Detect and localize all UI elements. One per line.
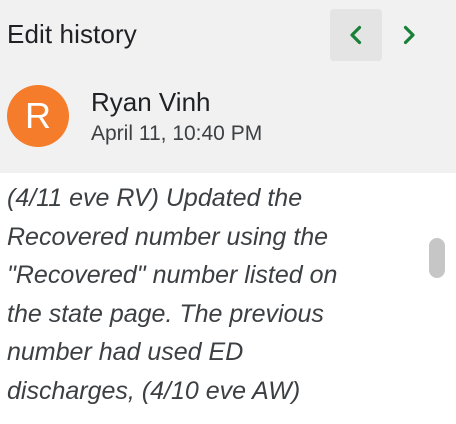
chevron-right-icon (403, 25, 415, 45)
editor-name: Ryan Vinh (91, 87, 211, 117)
next-revision-button[interactable] (383, 9, 435, 61)
revision-timestamp: April 11, 10:40 PM (91, 122, 263, 145)
content-line: Recovered number using the (7, 222, 329, 251)
content-line: (4/11 eve RV) Updated the (7, 184, 303, 212)
scrollbar-thumb[interactable] (429, 238, 445, 278)
content-line: the state page. The previous (7, 299, 324, 328)
edit-history-panel: Edit history R Ryan Vinh April 11, 10:40… (0, 0, 456, 424)
content-line: number had used ED (7, 338, 244, 366)
content-line: discharges, (4/10 eve AW) (7, 376, 301, 405)
edit-history-header: Edit history R Ryan Vinh April 11, 10:40… (0, 0, 456, 173)
avatar: R (7, 85, 69, 147)
cell-content: (4/11 eve RV) Updated the Recovered numb… (7, 179, 417, 410)
previous-revision-button[interactable] (330, 9, 382, 61)
avatar-letter: R (25, 95, 51, 136)
content-line: "Recovered" number listed on (7, 261, 338, 289)
chevron-left-icon (350, 25, 362, 45)
panel-title: Edit history (7, 19, 137, 49)
